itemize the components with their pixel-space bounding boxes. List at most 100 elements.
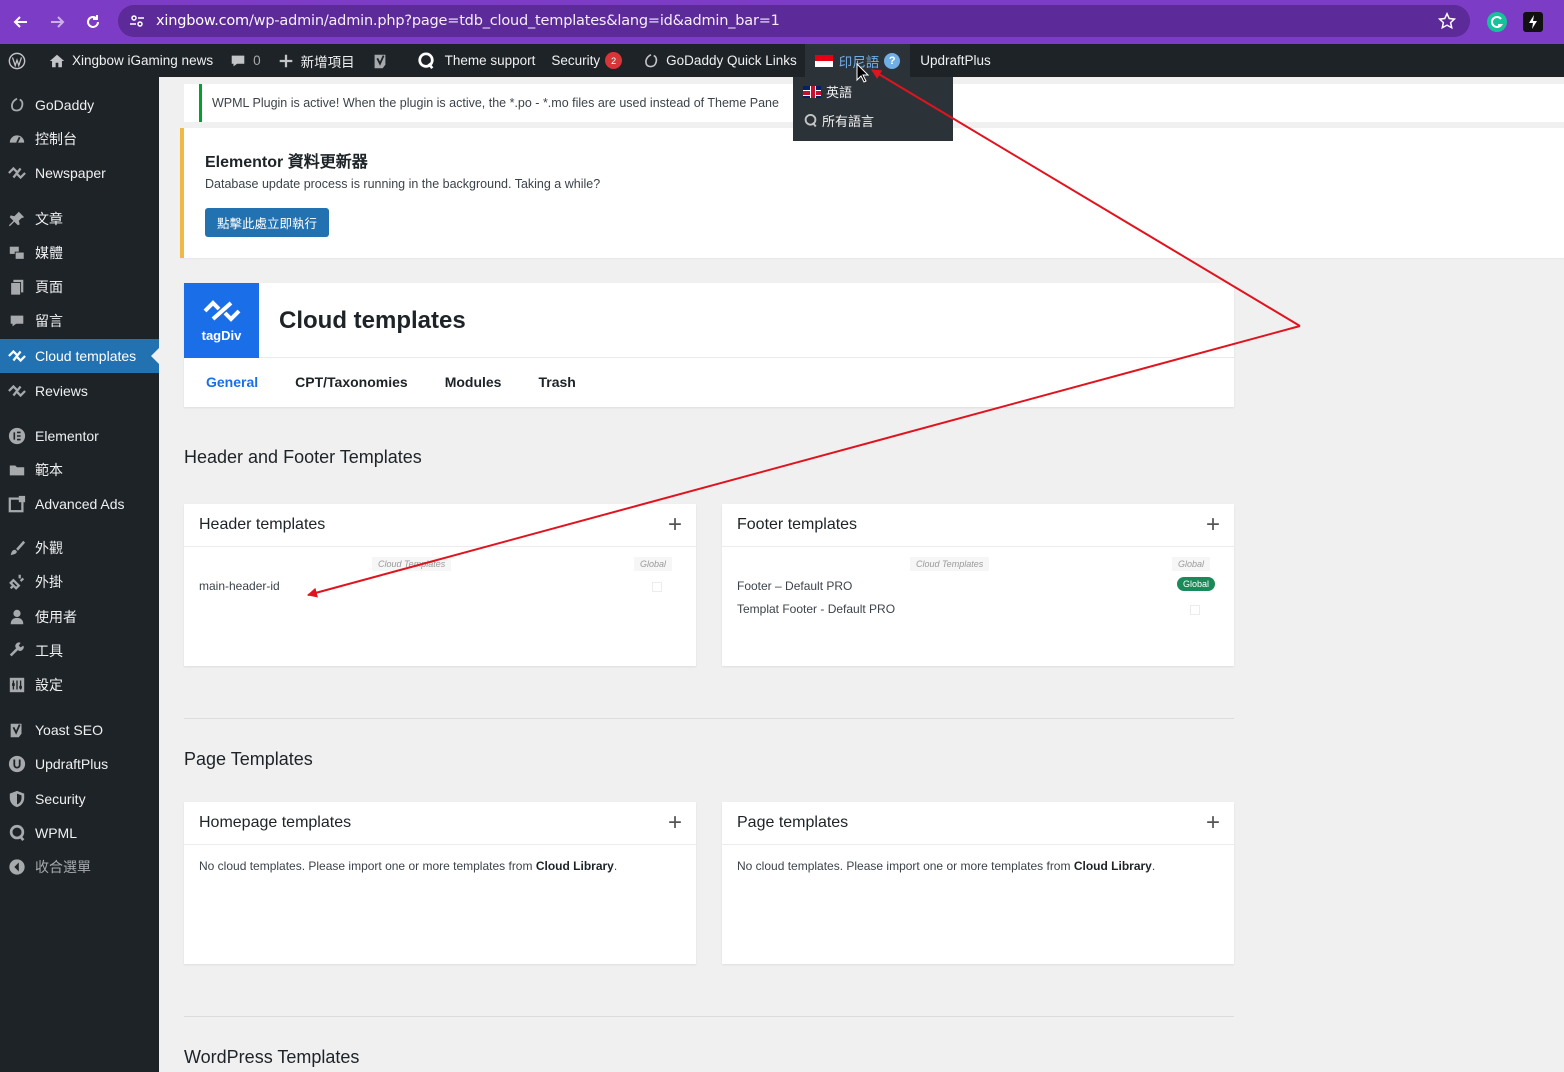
- language-option-all[interactable]: 所有語言: [793, 106, 953, 135]
- tab-general[interactable]: General: [206, 374, 258, 390]
- sidebar-item-comments[interactable]: 留言: [0, 304, 159, 338]
- add-template-button[interactable]: +: [1206, 811, 1220, 835]
- sidebar-item-updraftplus[interactable]: UpdraftPlus: [0, 747, 159, 781]
- back-icon[interactable]: [3, 4, 39, 40]
- help-icon[interactable]: ?: [884, 52, 901, 69]
- godaddy-links-menu[interactable]: GoDaddy Quick Links: [630, 44, 805, 77]
- elementor-icon: [7, 426, 27, 446]
- tagdiv-logo: tagDiv: [184, 283, 259, 358]
- bolt-extension-icon[interactable]: [1523, 12, 1543, 32]
- elementor-notice-title: Elementor 資料更新器: [205, 154, 368, 171]
- sidebar-item-godaddy[interactable]: GoDaddy: [0, 88, 159, 122]
- card-title: Page templates: [737, 814, 849, 831]
- sidebar-item-tools[interactable]: 工具: [0, 634, 159, 668]
- new-item-label: 新增項目: [300, 54, 355, 70]
- language-switcher[interactable]: 印尼語 ?: [804, 44, 911, 77]
- address-bar[interactable]: xingbow.com/wp-admin/admin.php?page=tdb_…: [118, 5, 1470, 37]
- sidebar-item-label: 收合選單: [35, 859, 91, 875]
- sidebar-item-plugins[interactable]: 外掛: [0, 565, 159, 599]
- tab-cpt-taxonomies[interactable]: CPT/Taxonomies: [295, 374, 408, 390]
- sidebar-item-security[interactable]: Security: [0, 782, 159, 816]
- empty-message: No cloud templates. Please import one or…: [737, 859, 1155, 873]
- cloud-library-link[interactable]: Cloud Library: [536, 859, 614, 873]
- sidebar-item-newspaper[interactable]: Newspaper: [0, 156, 159, 190]
- cloud-library-link[interactable]: Cloud Library: [1074, 859, 1152, 873]
- sidebar-item-wpml[interactable]: WPML: [0, 816, 159, 850]
- tab-modules[interactable]: Modules: [445, 374, 502, 390]
- template-name[interactable]: main-header-id: [199, 579, 280, 593]
- global-checkbox[interactable]: [652, 582, 662, 592]
- forward-icon[interactable]: [39, 4, 75, 40]
- global-badge[interactable]: Global: [1176, 577, 1215, 591]
- sidebar-item-label: Advanced Ads: [35, 496, 125, 512]
- tab-trash[interactable]: Trash: [538, 374, 575, 390]
- wordpress-logo-icon[interactable]: [0, 44, 40, 77]
- add-template-button[interactable]: +: [1206, 513, 1220, 537]
- sidebar-item-media[interactable]: 媒體: [0, 236, 159, 270]
- theme-support-label: Theme support: [444, 53, 536, 68]
- ads-icon: [7, 494, 27, 514]
- sidebar-item-reviews[interactable]: Reviews: [0, 374, 159, 408]
- url-path: /wp-admin/admin.php?page=tdb_cloud_templ…: [249, 13, 780, 29]
- sidebar-item-templates[interactable]: 範本: [0, 453, 159, 487]
- sidebar-item-label: 外掛: [35, 574, 63, 590]
- header-templates-card: Header templates + Cloud Templates Globa…: [184, 504, 696, 666]
- wrench-icon: [7, 641, 27, 661]
- updraftplus-menu[interactable]: UpdraftPlus: [910, 44, 999, 77]
- yoast-menu[interactable]: [363, 44, 403, 77]
- godaddy-links-label: GoDaddy Quick Links: [666, 53, 797, 68]
- run-update-button[interactable]: 點擊此處立即執行: [205, 208, 330, 237]
- sidebar-collapse-menu[interactable]: 收合選單: [0, 850, 159, 884]
- sidebar-item-users[interactable]: 使用者: [0, 600, 159, 634]
- language-option-english[interactable]: 英語: [793, 77, 953, 106]
- sidebar-item-dashboard[interactable]: 控制台: [0, 122, 159, 156]
- global-checkbox[interactable]: [1190, 605, 1200, 615]
- shield-icon: [7, 789, 27, 809]
- sidebar-item-pages[interactable]: 頁面: [0, 270, 159, 304]
- sidebar-item-elementor[interactable]: Elementor: [0, 419, 159, 453]
- sidebar-item-label: 媒體: [35, 245, 63, 261]
- sidebar-item-cloud-templates[interactable]: Cloud templates: [0, 339, 159, 373]
- comment-icon: [7, 311, 27, 331]
- bookmark-star-icon[interactable]: [1437, 11, 1457, 30]
- settings-icon: [7, 675, 27, 695]
- tagdiv-logo-text: tagDiv: [201, 328, 242, 343]
- sidebar-item-appearance[interactable]: 外觀: [0, 531, 159, 565]
- sidebar-item-label: GoDaddy: [35, 97, 95, 113]
- site-info-icon[interactable]: [128, 12, 146, 30]
- sidebar-item-yoast[interactable]: Yoast SEO: [0, 713, 159, 747]
- template-name[interactable]: Templat Footer - Default PRO: [737, 602, 895, 616]
- column-label-global: Global: [634, 557, 673, 571]
- godaddy-icon: [645, 53, 658, 67]
- tagdiv-icon: [7, 381, 27, 401]
- add-template-button[interactable]: +: [668, 811, 682, 835]
- site-name-link[interactable]: Xingbow iGaming news: [40, 44, 221, 77]
- reload-icon[interactable]: [75, 4, 111, 40]
- wpml-icon: [804, 113, 817, 128]
- sidebar-item-label: Newspaper: [35, 165, 106, 181]
- empty-message: No cloud templates. Please import one or…: [199, 859, 617, 873]
- header-divider: [259, 357, 1234, 358]
- add-template-button[interactable]: +: [668, 513, 682, 537]
- sidebar-item-label: Yoast SEO: [35, 722, 103, 738]
- section-title-header-footer: Header and Footer Templates: [184, 447, 422, 467]
- new-item-menu[interactable]: 新增項目: [269, 44, 363, 77]
- godaddy-icon: [7, 95, 27, 115]
- security-menu[interactable]: Security 2: [543, 44, 630, 77]
- empty-text: No cloud templates. Please import one or…: [737, 859, 1074, 873]
- template-name[interactable]: Footer – Default PRO: [737, 579, 852, 593]
- column-labels: Cloud Templates Global: [722, 547, 1234, 573]
- card-header: Footer templates +: [722, 504, 1234, 547]
- sidebar-item-posts[interactable]: 文章: [0, 202, 159, 236]
- sidebar-item-advanced-ads[interactable]: Advanced Ads: [0, 487, 159, 521]
- wpml-icon: [7, 823, 27, 843]
- card-title: Header templates: [199, 516, 326, 533]
- comments-link[interactable]: 0: [221, 44, 269, 77]
- wpml-notice-text: WPML Plugin is active! When the plugin i…: [212, 96, 779, 110]
- grammarly-extension-icon[interactable]: [1487, 12, 1507, 32]
- sidebar-item-settings[interactable]: 設定: [0, 668, 159, 702]
- theme-support-link[interactable]: Theme support: [403, 44, 544, 77]
- page-title: Cloud templates: [279, 307, 466, 334]
- section-divider: [184, 718, 1234, 719]
- sidebar-item-label: UpdraftPlus: [35, 756, 109, 772]
